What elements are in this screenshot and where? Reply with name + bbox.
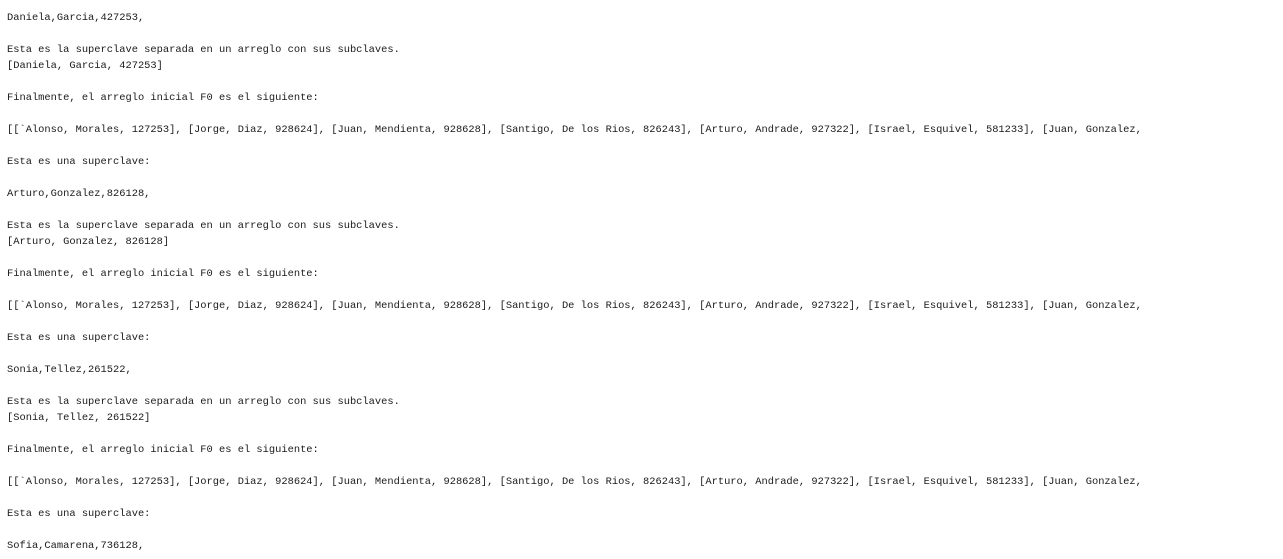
console-line: Esta es una superclave: <box>7 156 151 168</box>
console-line: Finalmente, el arreglo inicial F0 es el … <box>7 92 319 104</box>
console-line: [Sonia, Tellez, 261522] <box>7 412 151 424</box>
console-line: Sonia,Tellez,261522, <box>7 364 132 376</box>
console-line: Esta es la superclave separada en un arr… <box>7 44 400 56</box>
console-line: Finalmente, el arreglo inicial F0 es el … <box>7 268 319 280</box>
console-line: [Arturo, Gonzalez, 826128] <box>7 236 170 248</box>
console-line: [[`Alonso, Morales, 127253], [Jorge, Dia… <box>7 476 1142 488</box>
console-line: Esta es la superclave separada en un arr… <box>7 220 400 232</box>
console-output: Daniela,Garcia,427253, Esta es la supercl… <box>7 10 1283 559</box>
console-line: Esta es la superclave separada en un arr… <box>7 396 400 408</box>
console-line: Esta es una superclave: <box>7 508 151 520</box>
console-line: Sofia,Camarena,736128, <box>7 540 145 552</box>
console-line: Arturo,Gonzalez,826128, <box>7 188 151 200</box>
console-line: [[`Alonso, Morales, 127253], [Jorge, Dia… <box>7 124 1142 136</box>
console-line: Esta es una superclave: <box>7 332 151 344</box>
console-line: Finalmente, el arreglo inicial F0 es el … <box>7 444 319 456</box>
console-line: [Daniela, Garcia, 427253] <box>7 60 163 72</box>
console-line: [[`Alonso, Morales, 127253], [Jorge, Dia… <box>7 300 1142 312</box>
console-line: Daniela,Garcia,427253, <box>7 12 145 24</box>
